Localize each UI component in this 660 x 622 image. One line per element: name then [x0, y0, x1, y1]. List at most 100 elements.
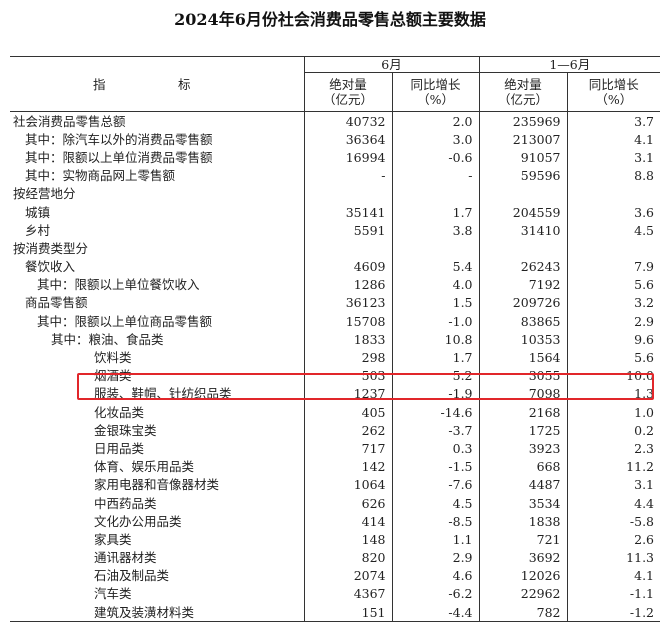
month-yoy-value: 5.2 [391, 366, 480, 385]
ytd-yoy-value: 11.2 [566, 457, 660, 476]
row-label: 体育、娱乐用品类 [94, 459, 195, 475]
ytd-yoy-header-label: 同比增长 [588, 77, 639, 92]
row-label: 其中：限额以上单位商品零售额 [37, 313, 213, 329]
table-row: 建筑及装潢材料类 151 -4.4 782 -1.2 [10, 603, 660, 622]
ytd-yoy-value: 3.6 [566, 202, 660, 222]
ytd-abs-value: 3534 [478, 493, 568, 513]
ytd-yoy-value: 5.6 [566, 348, 660, 367]
month-abs-value: 820 [303, 548, 392, 567]
month-abs-value: 717 [303, 439, 392, 458]
month-yoy-value [391, 184, 480, 203]
ytd-yoy-value [566, 239, 660, 258]
month-yoy-value: -8.5 [391, 512, 480, 531]
ytd-abs-header-unit: （亿元） [498, 92, 549, 107]
row-label: 其中：除汽车以外的消费品零售额 [25, 131, 213, 147]
ytd-abs-value: 31410 [478, 221, 568, 240]
ytd-yoy-value: 4.1 [566, 566, 660, 585]
month-abs-value: 36364 [303, 130, 392, 149]
ytd-abs-header: 绝对量 （亿元） [478, 72, 568, 112]
month-abs-value: 414 [303, 512, 392, 531]
ytd-yoy-value: 2.9 [566, 312, 660, 331]
month-abs-value: 1833 [303, 330, 392, 349]
month-yoy-value: 1.5 [391, 293, 480, 313]
row-label: 其中：限额以上单位消费品零售额 [25, 149, 213, 165]
indicator-header-label: 指 标 [92, 76, 221, 92]
month-yoy-value: 1.7 [391, 202, 480, 222]
month-yoy-value: 4.6 [391, 566, 480, 585]
ytd-abs-value: 3055 [478, 366, 568, 385]
month-yoy-header: 同比增长 （%） [391, 72, 480, 112]
month-yoy-value: -7.6 [391, 475, 480, 494]
month-abs-value: 35141 [303, 202, 392, 222]
month-yoy-value: 2.9 [391, 548, 480, 567]
ytd-yoy-value: 0.2 [566, 421, 660, 440]
month-yoy-value: -1.0 [391, 312, 480, 331]
ytd-abs-value: 22962 [478, 584, 568, 604]
row-label: 石油及制品类 [94, 568, 170, 584]
ytd-yoy-value: 1.0 [566, 403, 660, 422]
month-abs-value: 1064 [303, 475, 392, 494]
retail-sales-table: 指 标 6月 1—6月 绝对量 （亿元） 同比增长 （%） 绝对量 （亿元） 同… [10, 56, 660, 622]
table-row: 其中：限额以上单位消费品零售额 16994 -0.6 91057 3.1 [10, 148, 660, 167]
month-abs-value: 1286 [303, 275, 392, 294]
ytd-abs-value: 4487 [478, 475, 568, 494]
row-label: 其中：粮油、食品类 [51, 331, 164, 347]
month-abs-value: 405 [303, 403, 392, 422]
ytd-abs-value: 12026 [478, 566, 568, 585]
row-label: 金银珠宝类 [94, 422, 157, 438]
row-label: 建筑及装潢材料类 [10, 603, 304, 622]
ytd-abs-value: 3692 [478, 548, 568, 567]
month-yoy-value: 10.8 [391, 330, 480, 349]
ytd-abs-value: 204559 [478, 202, 568, 222]
ytd-yoy-value: 9.6 [566, 330, 660, 349]
ytd-yoy-value: 7.9 [566, 257, 660, 276]
month-yoy-value: -1.5 [391, 457, 480, 476]
row-label: 其中：实物商品网上零售额 [25, 168, 176, 184]
ytd-yoy-value: -1.1 [566, 584, 660, 604]
indicator-header: 指 标 [10, 56, 304, 112]
month-abs-value: 4367 [303, 584, 392, 604]
ytd-yoy-value: -5.8 [566, 512, 660, 531]
ytd-yoy-value: 4.4 [566, 493, 660, 513]
row-label: 文化办公用品类 [94, 513, 182, 529]
row-label: 社会消费品零售总额 [13, 113, 126, 129]
table-body: 社会消费品零售总额 40732 2.0 235969 3.7 其中：除汽车以外的消费品零售… [10, 111, 660, 622]
ytd-yoy-value: 3.1 [566, 475, 660, 494]
row-label: 家用电器和音像器材类 [94, 477, 220, 493]
table-row: 其中：除汽车以外的消费品零售额 36364 3.0 213007 4.1 [10, 130, 660, 149]
month-abs-value: - [303, 166, 392, 185]
row-label: 按消费类型分 [13, 240, 89, 256]
row-label: 日用品类 [94, 440, 145, 456]
month-abs-value: 2074 [303, 566, 392, 585]
month-abs-value: 626 [303, 493, 392, 513]
row-label: 城镇 [25, 204, 51, 220]
ytd-yoy-value: 1.3 [566, 384, 660, 403]
row-label: 服装、鞋帽、针纺织品类 [94, 386, 232, 402]
ytd-abs-value: 209726 [478, 293, 568, 313]
month-abs-value: 4609 [303, 257, 392, 276]
table-row: 服装、鞋帽、针纺织品类 1237 -1.9 7098 1.3 [10, 384, 660, 403]
month-abs-value: 148 [303, 530, 392, 549]
month-yoy-header-label: 同比增长 [410, 77, 461, 92]
table-row: 体育、娱乐用品类 142 -1.5 668 11.2 [10, 457, 660, 476]
month-yoy-value: -6.2 [391, 584, 480, 604]
ytd-yoy-value: -1.2 [566, 603, 660, 622]
ytd-yoy-value: 11.3 [566, 548, 660, 567]
month-yoy-value: 0.3 [391, 439, 480, 458]
ytd-abs-value: 721 [478, 530, 568, 549]
month-yoy-value: -3.7 [391, 421, 480, 440]
month-yoy-value [391, 239, 480, 258]
table-row: 烟酒类 503 5.2 3055 10.0 [10, 366, 660, 385]
month-yoy-value: 1.1 [391, 530, 480, 549]
table-row: 其中：限额以上单位餐饮收入 1286 4.0 7192 5.6 [10, 275, 660, 294]
month-abs-value: 1237 [303, 384, 392, 403]
ytd-abs-value: 1838 [478, 512, 568, 531]
ytd-abs-value: 91057 [478, 148, 568, 167]
month-yoy-value: 4.0 [391, 275, 480, 294]
month-abs-header-label: 绝对量 [329, 77, 367, 92]
row-label: 汽车类 [94, 586, 132, 602]
month-yoy-value: - [391, 166, 480, 185]
ytd-abs-value [478, 239, 568, 258]
month-abs-value: 40732 [303, 111, 392, 131]
table-row: 其中：粮油、食品类 1833 10.8 10353 9.6 [10, 330, 660, 349]
